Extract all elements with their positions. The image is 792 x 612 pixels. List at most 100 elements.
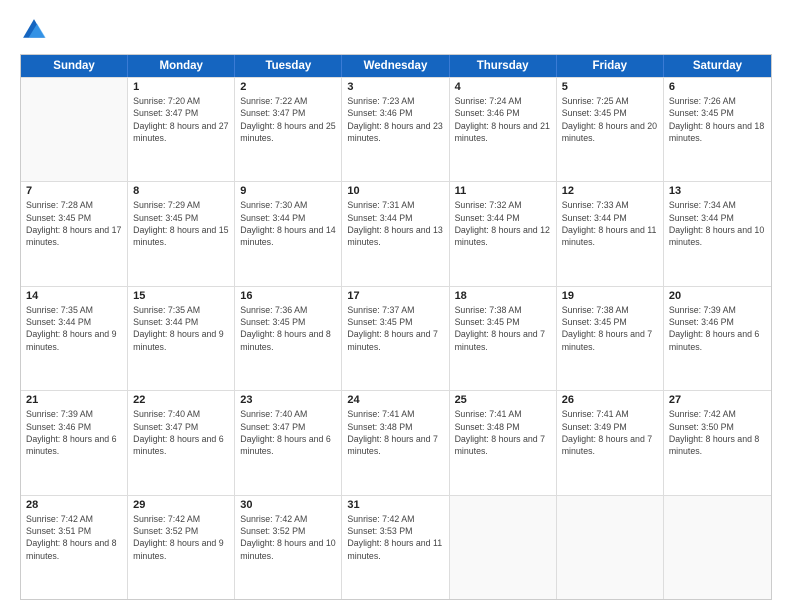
cal-cell: 25 Sunrise: 7:41 AM Sunset: 3:48 PM Dayli… — [450, 391, 557, 494]
cal-cell: 14 Sunrise: 7:35 AM Sunset: 3:44 PM Dayli… — [21, 287, 128, 390]
cal-cell: 8 Sunrise: 7:29 AM Sunset: 3:45 PM Daylig… — [128, 182, 235, 285]
cal-cell: 22 Sunrise: 7:40 AM Sunset: 3:47 PM Dayli… — [128, 391, 235, 494]
cal-cell: 4 Sunrise: 7:24 AM Sunset: 3:46 PM Daylig… — [450, 78, 557, 181]
header-day-tuesday: Tuesday — [235, 55, 342, 77]
day-number: 31 — [347, 499, 443, 511]
day-number: 26 — [562, 394, 658, 406]
cal-cell: 13 Sunrise: 7:34 AM Sunset: 3:44 PM Dayli… — [664, 182, 771, 285]
cell-info: Sunrise: 7:36 AM Sunset: 3:45 PM Dayligh… — [240, 304, 336, 353]
logo — [20, 16, 52, 44]
cal-cell: 12 Sunrise: 7:33 AM Sunset: 3:44 PM Dayli… — [557, 182, 664, 285]
cell-info: Sunrise: 7:33 AM Sunset: 3:44 PM Dayligh… — [562, 199, 658, 248]
day-number: 12 — [562, 185, 658, 197]
cal-cell: 17 Sunrise: 7:37 AM Sunset: 3:45 PM Dayli… — [342, 287, 449, 390]
cell-info: Sunrise: 7:40 AM Sunset: 3:47 PM Dayligh… — [133, 408, 229, 457]
cell-info: Sunrise: 7:34 AM Sunset: 3:44 PM Dayligh… — [669, 199, 766, 248]
cell-info: Sunrise: 7:24 AM Sunset: 3:46 PM Dayligh… — [455, 95, 551, 144]
cell-info: Sunrise: 7:38 AM Sunset: 3:45 PM Dayligh… — [562, 304, 658, 353]
cal-cell: 20 Sunrise: 7:39 AM Sunset: 3:46 PM Dayli… — [664, 287, 771, 390]
cell-info: Sunrise: 7:39 AM Sunset: 3:46 PM Dayligh… — [669, 304, 766, 353]
cell-info: Sunrise: 7:22 AM Sunset: 3:47 PM Dayligh… — [240, 95, 336, 144]
header-day-sunday: Sunday — [21, 55, 128, 77]
cal-cell: 23Sunrise: 7:40 AM Sunset: 3:47 PM Dayli… — [235, 391, 342, 494]
cal-cell: 15 Sunrise: 7:35 AM Sunset: 3:44 PM Dayli… — [128, 287, 235, 390]
cell-info: Sunrise: 7:41 AM Sunset: 3:48 PM Dayligh… — [347, 408, 443, 457]
day-number: 6 — [669, 81, 766, 93]
cell-info: Sunrise: 7:25 AM Sunset: 3:45 PM Dayligh… — [562, 95, 658, 144]
day-number: 7 — [26, 185, 122, 197]
cell-info: Sunrise: 7:42 AM Sunset: 3:51 PM Dayligh… — [26, 513, 122, 562]
calendar-header: SundayMondayTuesdayWednesdayThursdayFrid… — [21, 55, 771, 77]
day-number: 13 — [669, 185, 766, 197]
calendar: SundayMondayTuesdayWednesdayThursdayFrid… — [20, 54, 772, 600]
day-number: 29 — [133, 499, 229, 511]
cell-info: Sunrise: 7:26 AM Sunset: 3:45 PM Dayligh… — [669, 95, 766, 144]
cell-info: Sunrise: 7:30 AM Sunset: 3:44 PM Dayligh… — [240, 199, 336, 248]
cell-info: Sunrise: 7:28 AM Sunset: 3:45 PM Dayligh… — [26, 199, 122, 248]
cal-cell: 7 Sunrise: 7:28 AM Sunset: 3:45 PM Daylig… — [21, 182, 128, 285]
cal-cell: 16 Sunrise: 7:36 AM Sunset: 3:45 PM Dayli… — [235, 287, 342, 390]
cell-info: Sunrise: 7:40 AM Sunset: 3:47 PM Dayligh… — [240, 408, 336, 457]
day-number: 24 — [347, 394, 443, 406]
cell-info: Sunrise: 7:23 AM Sunset: 3:46 PM Dayligh… — [347, 95, 443, 144]
cal-cell: 2 Sunrise: 7:22 AM Sunset: 3:47 PM Daylig… — [235, 78, 342, 181]
day-number: 22 — [133, 394, 229, 406]
day-number: 16 — [240, 290, 336, 302]
day-number: 10 — [347, 185, 443, 197]
day-number: 2 — [240, 81, 336, 93]
cal-cell: 30 Sunrise: 7:42 AM Sunset: 3:52 PM Dayli… — [235, 496, 342, 599]
day-number: 5 — [562, 81, 658, 93]
cell-info: Sunrise: 7:35 AM Sunset: 3:44 PM Dayligh… — [26, 304, 122, 353]
cell-info: Sunrise: 7:35 AM Sunset: 3:44 PM Dayligh… — [133, 304, 229, 353]
header — [20, 16, 772, 44]
cell-info: Sunrise: 7:42 AM Sunset: 3:52 PM Dayligh… — [240, 513, 336, 562]
calendar-body: 1 Sunrise: 7:20 AM Sunset: 3:47 PM Daylig… — [21, 77, 771, 599]
header-day-wednesday: Wednesday — [342, 55, 449, 77]
cell-info: Sunrise: 7:38 AM Sunset: 3:45 PM Dayligh… — [455, 304, 551, 353]
cal-cell: 10 Sunrise: 7:31 AM Sunset: 3:44 PM Dayli… — [342, 182, 449, 285]
cell-info: Sunrise: 7:31 AM Sunset: 3:44 PM Dayligh… — [347, 199, 443, 248]
day-number: 1 — [133, 81, 229, 93]
week-row-2: 14 Sunrise: 7:35 AM Sunset: 3:44 PM Dayli… — [21, 286, 771, 390]
day-number: 15 — [133, 290, 229, 302]
day-number: 27 — [669, 394, 766, 406]
week-row-4: 28Sunrise: 7:42 AM Sunset: 3:51 PM Dayli… — [21, 495, 771, 599]
day-number: 17 — [347, 290, 443, 302]
page: SundayMondayTuesdayWednesdayThursdayFrid… — [0, 0, 792, 612]
cell-info: Sunrise: 7:42 AM Sunset: 3:52 PM Dayligh… — [133, 513, 229, 562]
cal-cell: 18 Sunrise: 7:38 AM Sunset: 3:45 PM Dayli… — [450, 287, 557, 390]
day-number: 21 — [26, 394, 122, 406]
cell-info: Sunrise: 7:41 AM Sunset: 3:49 PM Dayligh… — [562, 408, 658, 457]
cal-cell: 21Sunrise: 7:39 AM Sunset: 3:46 PM Dayli… — [21, 391, 128, 494]
day-number: 4 — [455, 81, 551, 93]
header-day-friday: Friday — [557, 55, 664, 77]
cal-cell — [21, 78, 128, 181]
cal-cell: 31 Sunrise: 7:42 AM Sunset: 3:53 PM Dayli… — [342, 496, 449, 599]
cell-info: Sunrise: 7:29 AM Sunset: 3:45 PM Dayligh… — [133, 199, 229, 248]
cal-cell: 29 Sunrise: 7:42 AM Sunset: 3:52 PM Dayli… — [128, 496, 235, 599]
week-row-3: 21Sunrise: 7:39 AM Sunset: 3:46 PM Dayli… — [21, 390, 771, 494]
cal-cell: 27 Sunrise: 7:42 AM Sunset: 3:50 PM Dayli… — [664, 391, 771, 494]
cal-cell — [450, 496, 557, 599]
week-row-1: 7 Sunrise: 7:28 AM Sunset: 3:45 PM Daylig… — [21, 181, 771, 285]
day-number: 30 — [240, 499, 336, 511]
cal-cell: 28Sunrise: 7:42 AM Sunset: 3:51 PM Dayli… — [21, 496, 128, 599]
day-number: 25 — [455, 394, 551, 406]
cell-info: Sunrise: 7:37 AM Sunset: 3:45 PM Dayligh… — [347, 304, 443, 353]
day-number: 8 — [133, 185, 229, 197]
cell-info: Sunrise: 7:42 AM Sunset: 3:53 PM Dayligh… — [347, 513, 443, 562]
day-number: 3 — [347, 81, 443, 93]
day-number: 20 — [669, 290, 766, 302]
cell-info: Sunrise: 7:20 AM Sunset: 3:47 PM Dayligh… — [133, 95, 229, 144]
cell-info: Sunrise: 7:42 AM Sunset: 3:50 PM Dayligh… — [669, 408, 766, 457]
week-row-0: 1 Sunrise: 7:20 AM Sunset: 3:47 PM Daylig… — [21, 77, 771, 181]
cal-cell: 3 Sunrise: 7:23 AM Sunset: 3:46 PM Daylig… — [342, 78, 449, 181]
day-number: 9 — [240, 185, 336, 197]
day-number: 14 — [26, 290, 122, 302]
cal-cell — [557, 496, 664, 599]
cell-info: Sunrise: 7:41 AM Sunset: 3:48 PM Dayligh… — [455, 408, 551, 457]
header-day-saturday: Saturday — [664, 55, 771, 77]
header-day-thursday: Thursday — [450, 55, 557, 77]
day-number: 11 — [455, 185, 551, 197]
day-number: 18 — [455, 290, 551, 302]
